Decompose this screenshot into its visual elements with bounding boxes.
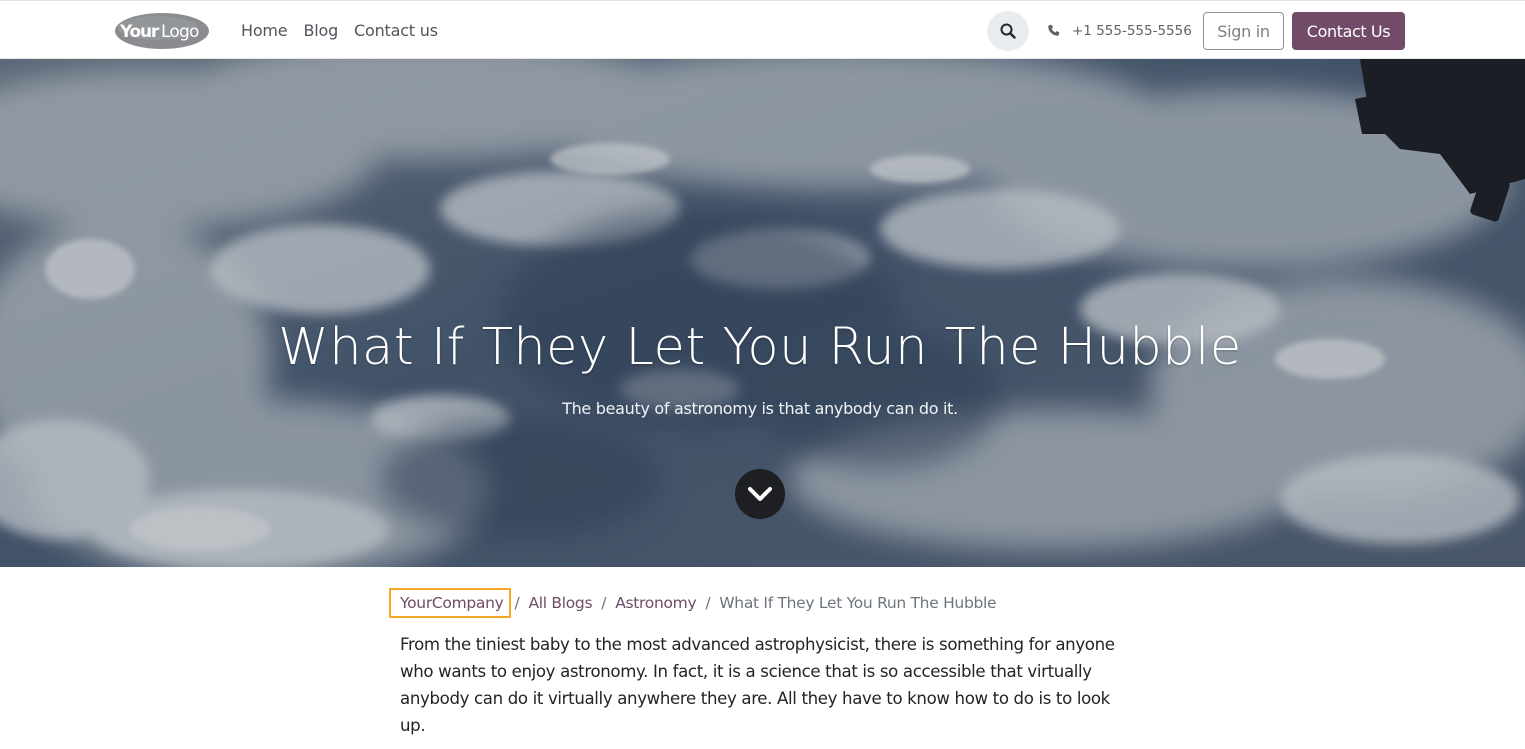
breadcrumb-separator: / xyxy=(705,594,711,612)
phone-contact[interactable]: +1 555-555-5556 xyxy=(1047,1,1192,60)
scroll-down-button[interactable] xyxy=(735,469,785,519)
blog-title: What If They Let You Run The Hubble xyxy=(278,318,1242,377)
chevron-down-icon xyxy=(748,487,772,501)
breadcrumb-item-company[interactable]: YourCompany xyxy=(389,588,511,618)
search-icon xyxy=(1000,23,1016,39)
nav-home-link[interactable]: Home xyxy=(241,21,288,40)
site-header: Your Logo Home Blog Contact us +1 555-55… xyxy=(0,0,1525,59)
phone-icon xyxy=(1047,24,1060,37)
contact-us-button[interactable]: Contact Us xyxy=(1292,12,1405,50)
search-button[interactable] xyxy=(987,11,1029,51)
svg-text:Your: Your xyxy=(119,22,160,42)
breadcrumb-separator: / xyxy=(514,594,520,612)
breadcrumb: YourCompany / All Blogs / Astronomy / Wh… xyxy=(389,588,997,618)
site-logo[interactable]: Your Logo xyxy=(114,12,210,50)
breadcrumb-all-blogs-link[interactable]: All Blogs xyxy=(528,594,592,612)
article-paragraph: From the tiniest baby to the most advanc… xyxy=(400,635,1115,735)
phone-number: +1 555-555-5556 xyxy=(1072,22,1192,39)
breadcrumb-separator: / xyxy=(601,594,607,612)
blog-subtitle: The beauty of astronomy is that anybody … xyxy=(562,399,958,418)
blog-cover: What If They Let You Run The Hubble The … xyxy=(0,59,1525,567)
breadcrumb-astronomy-link[interactable]: Astronomy xyxy=(615,594,696,612)
nav-contact-link[interactable]: Contact us xyxy=(354,21,438,40)
breadcrumb-company-link[interactable]: YourCompany xyxy=(400,594,504,612)
sign-in-button[interactable]: Sign in xyxy=(1203,12,1284,50)
breadcrumb-current-page: What If They Let You Run The Hubble xyxy=(719,594,997,612)
main-nav: Home Blog Contact us xyxy=(241,1,454,60)
nav-blog-link[interactable]: Blog xyxy=(303,21,338,40)
svg-text:Logo: Logo xyxy=(161,22,199,42)
